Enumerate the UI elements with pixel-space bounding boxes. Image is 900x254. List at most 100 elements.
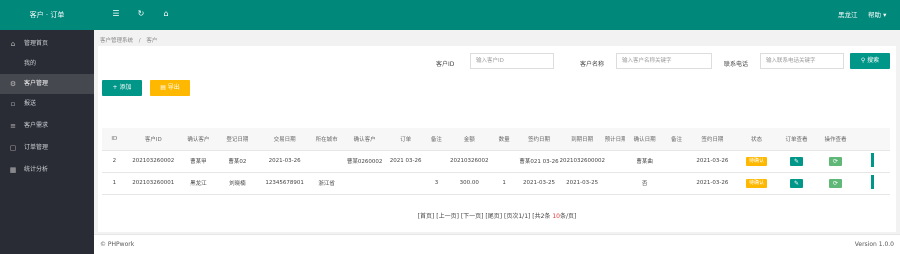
sidebar-item-mine[interactable]: 我的 bbox=[0, 54, 94, 74]
cell-confirm-date: 否 bbox=[625, 172, 665, 195]
doc-icon: ▫ bbox=[10, 100, 16, 108]
contact-label: 联系电话 bbox=[724, 61, 749, 68]
sidebar-item-home[interactable]: ⌂ 管理首页 bbox=[0, 34, 94, 54]
cell-order: 2021 03-26 bbox=[387, 150, 425, 173]
cell-plan-date bbox=[604, 172, 626, 195]
cart-icon: ▢ bbox=[9, 144, 17, 152]
cell-confirm-date: 曹某曲 bbox=[625, 150, 665, 173]
data-table: ID 客户ID 确认客户 登记日期 交易日期 所在城市 确认客户 订单 备注 金… bbox=[102, 128, 890, 195]
pagination[interactable]: [首页] [上一页] [下一页] [尾页] [页次1/1] [共2条 10条/页… bbox=[98, 211, 896, 220]
sidebar-item-label: 客户管理 bbox=[24, 80, 49, 87]
col-header[interactable]: 签约日期 bbox=[688, 128, 736, 151]
cell-op2: ⟳ bbox=[816, 150, 855, 173]
col-header[interactable]: 备注 bbox=[664, 128, 689, 151]
export-button[interactable]: ▤ 导出 bbox=[150, 80, 190, 96]
export-button-label: 导出 bbox=[167, 84, 180, 91]
breadcrumb-separator: / bbox=[138, 38, 141, 44]
col-header[interactable]: 到期日期 bbox=[559, 128, 605, 151]
cell-remark2 bbox=[664, 172, 689, 195]
col-header[interactable]: 确认日期 bbox=[625, 128, 665, 151]
col-header[interactable]: 确认客户 bbox=[179, 128, 217, 151]
pager-text[interactable]: [首页] [上一页] [下一页] [尾页] [页次1/1] [共2条 bbox=[418, 213, 553, 220]
col-header[interactable]: 备注 bbox=[424, 128, 449, 151]
col-header[interactable]: 订单 bbox=[387, 128, 425, 151]
cell-qty: 1 bbox=[489, 172, 519, 195]
cell-client-id: 202103260002 bbox=[126, 150, 180, 173]
cell-op2: ⟳ bbox=[816, 172, 855, 195]
main-content: 客户管理系统 / 客户 客户ID 输入客户ID 客户名称 输入客户名称关键字 联… bbox=[94, 30, 900, 234]
cell-sign-date: 曹某021 03-26 bbox=[518, 150, 560, 173]
cell-remark bbox=[424, 150, 449, 173]
scroll-handle[interactable] bbox=[870, 153, 874, 167]
client-name-label: 客户名称 bbox=[580, 61, 605, 68]
home-icon[interactable]: ⌂ bbox=[160, 8, 172, 20]
cell-status: 待确认 bbox=[735, 150, 778, 173]
gear-icon: ⚙ bbox=[9, 80, 17, 88]
col-header[interactable]: 操作查看 bbox=[816, 128, 855, 151]
cell-confirm2: 曹某0260002 bbox=[342, 150, 388, 173]
edit-button[interactable]: ✎ bbox=[790, 156, 803, 166]
client-name-input[interactable]: 输入客户名称关键字 bbox=[616, 53, 712, 69]
table-row[interactable]: 2 202103260002 曹某甲 曹某02 2021-03-26 曹某026… bbox=[102, 150, 890, 173]
cell-status: 待确认 bbox=[735, 172, 778, 195]
add-button[interactable]: + 添加 bbox=[102, 80, 142, 96]
cell-trade-date: 2021-03-26 bbox=[257, 150, 312, 173]
list-icon: ≡ bbox=[10, 122, 16, 130]
sidebar-item-stats[interactable]: ▦ 统计分析 bbox=[0, 160, 94, 180]
col-header[interactable]: 交易日期 bbox=[257, 128, 312, 151]
status-badge[interactable]: 待确认 bbox=[745, 178, 767, 188]
cell-sign-date2: 2021-03-26 bbox=[688, 172, 736, 195]
table-row[interactable]: 1 202103260001 黑龙江 刘晓楠 12345678901 浙江省 3… bbox=[102, 172, 890, 195]
cell-sign-date: 2021-03-25 bbox=[518, 172, 560, 195]
home-icon: ⌂ bbox=[10, 40, 16, 48]
footer: © PHPwork Version 1.0.0 bbox=[94, 234, 900, 254]
col-header[interactable]: 数量 bbox=[489, 128, 519, 151]
scroll-handle[interactable] bbox=[870, 175, 874, 189]
col-header[interactable]: 预计日期 bbox=[604, 128, 626, 151]
cell-reg-date: 曹某02 bbox=[216, 150, 258, 173]
sidebar-item-label: 客户需求 bbox=[24, 122, 49, 129]
status-badge[interactable]: 待确认 bbox=[745, 156, 767, 166]
export-icon: ▤ bbox=[160, 84, 168, 91]
cell-due-date: 2021-03-25 bbox=[559, 172, 605, 195]
sidebar-item-orders[interactable]: ▢ 订单管理 bbox=[0, 138, 94, 158]
col-header[interactable]: 确认客户 bbox=[342, 128, 388, 151]
cell-reg-date: 刘晓楠 bbox=[216, 172, 258, 195]
refresh-button[interactable]: ⟳ bbox=[828, 156, 842, 166]
col-header[interactable]: ID bbox=[102, 128, 127, 151]
top-bar: 客户 · 订单 ☰ ↻ ⌂ 黑龙江 帮助 ▾ bbox=[0, 0, 900, 30]
cell-id: 1 bbox=[102, 172, 127, 195]
user-menu[interactable]: 帮助 ▾ bbox=[868, 9, 886, 19]
sidebar-item-needs[interactable]: ≡ 客户需求 bbox=[0, 116, 94, 136]
cell-qty bbox=[489, 150, 519, 173]
sidebar-item-label: 报送 bbox=[24, 100, 37, 107]
col-header[interactable]: 所在城市 bbox=[311, 128, 343, 151]
refresh-icon[interactable]: ↻ bbox=[135, 8, 147, 20]
client-id-label: 客户ID bbox=[436, 61, 455, 68]
col-header[interactable]: 签约日期 bbox=[518, 128, 560, 151]
col-header[interactable]: 订单查看 bbox=[777, 128, 816, 151]
cell-scroll bbox=[854, 172, 890, 195]
col-header[interactable]: 客户ID bbox=[126, 128, 180, 151]
user-name[interactable]: 黑龙江 bbox=[838, 9, 858, 19]
menu-icon[interactable]: ☰ bbox=[110, 8, 122, 20]
cell-amount: 20210326002 bbox=[448, 150, 490, 173]
breadcrumb-parent[interactable]: 客户管理系统 bbox=[100, 38, 133, 44]
sidebar-item-label: 管理首页 bbox=[24, 40, 49, 47]
sidebar-item-clients[interactable]: ⚙ 客户管理 bbox=[0, 74, 94, 94]
edit-button[interactable]: ✎ bbox=[790, 178, 803, 188]
search-button-label: 搜索 bbox=[867, 57, 880, 64]
contact-input[interactable]: 输入联系电话关键字 bbox=[760, 53, 844, 69]
refresh-button[interactable]: ⟳ bbox=[828, 178, 842, 188]
col-header[interactable]: 金额 bbox=[448, 128, 490, 151]
app-title: 客户 · 订单 bbox=[29, 11, 65, 19]
breadcrumb-current: 客户 bbox=[146, 38, 158, 44]
search-button[interactable]: ⚲ 搜索 bbox=[850, 53, 890, 69]
sidebar-item-report[interactable]: ▫ 报送 bbox=[0, 94, 94, 114]
col-header[interactable]: 登记日期 bbox=[216, 128, 258, 151]
cell-confirm2 bbox=[342, 172, 388, 195]
col-header[interactable]: 状态 bbox=[735, 128, 778, 151]
client-id-input[interactable]: 输入客户ID bbox=[470, 53, 554, 69]
chart-icon: ▦ bbox=[9, 166, 17, 174]
cell-op1: ✎ bbox=[777, 172, 816, 195]
